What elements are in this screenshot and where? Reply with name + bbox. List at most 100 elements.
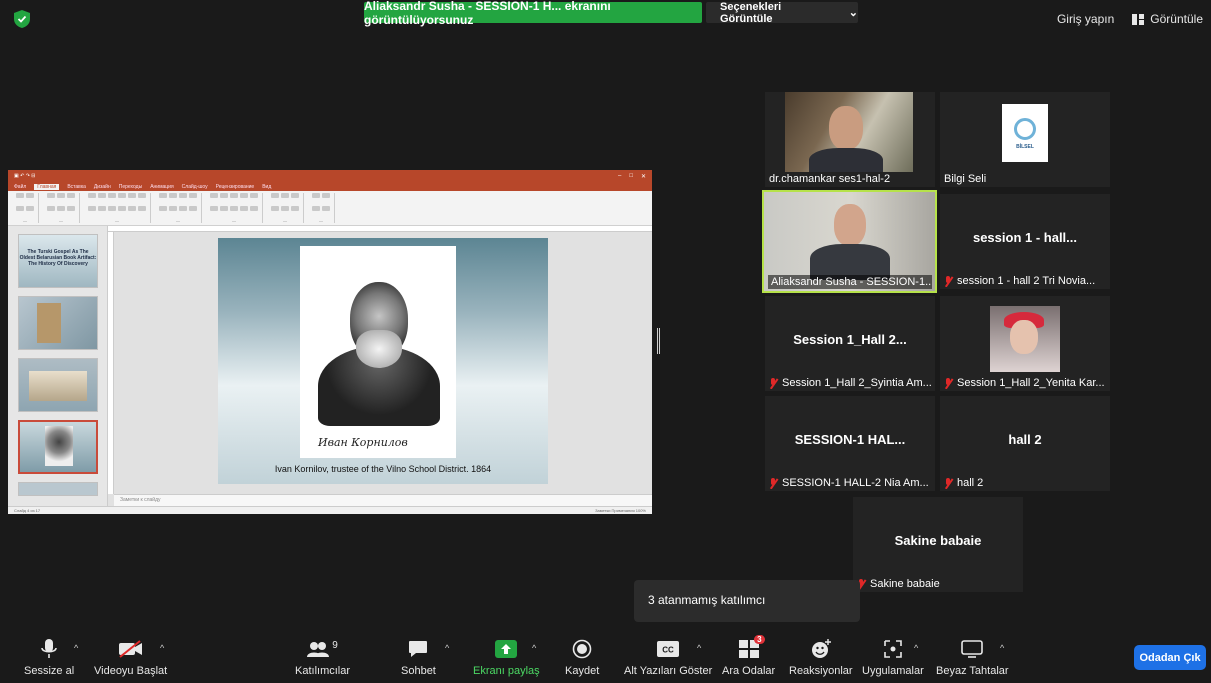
participant-tile[interactable]: Session 1_Hall 2... Session 1_Hall 2_Syi… xyxy=(765,296,935,391)
slide-thumbnail[interactable]: 2 xyxy=(18,296,98,350)
participant-title: Session 1_Hall 2... xyxy=(793,332,907,347)
breakout-label: Ara Odalar xyxy=(722,665,776,677)
ppt-window-controls: – □ ✕ xyxy=(618,172,646,180)
share-options-caret-icon[interactable]: ^ xyxy=(532,643,536,653)
breakout-rooms-button[interactable]: 3 Ara Odalar xyxy=(722,635,776,677)
current-slide[interactable]: Иван Корнилов Ivan Kornilov, trustee of … xyxy=(218,238,548,484)
view-button-label: Görüntüle xyxy=(1150,12,1203,26)
start-video-label: Videoyu Başlat xyxy=(94,665,168,677)
apps-label: Uygulamalar xyxy=(862,665,924,677)
start-video-button[interactable]: Videoyu Başlat xyxy=(94,637,167,677)
slide-thumbnail[interactable]: 5 xyxy=(18,482,98,496)
share-screen-button[interactable]: Ekranı paylaş xyxy=(473,637,540,677)
participant-name: dr.chamankar ses1-hal-2 xyxy=(769,173,891,185)
ppt-menu-tabs: Файл Главная Вставка Дизайн Переходы Анимация… xyxy=(8,182,652,191)
participant-tile[interactable]: BİLSEL Bilgi Seli xyxy=(940,92,1110,187)
mute-options-caret-icon[interactable]: ^ xyxy=(74,643,78,653)
view-options-label: Seçenekleri Görüntüle xyxy=(720,0,782,25)
logo-text: BİLSEL xyxy=(1016,144,1034,150)
whiteboards-button[interactable]: Beyaz Tahtalar xyxy=(936,637,1009,677)
portrait-image: Иван Корнилов xyxy=(300,246,456,458)
participant-name: Session 1_Hall 2_Syintia Am... xyxy=(769,377,932,389)
record-label: Kaydet xyxy=(565,665,600,677)
participants-icon xyxy=(307,642,330,657)
vertical-ruler xyxy=(108,232,114,494)
screen-share-banner: Aliaksandr Susha - SESSION-1 H... ekranı… xyxy=(364,0,702,27)
slide-thumbnail[interactable]: 3 xyxy=(18,358,98,412)
slide-notes[interactable]: Заметки к слайду xyxy=(114,494,652,506)
participant-name: hall 2 xyxy=(944,477,983,489)
gallery-view-icon xyxy=(1132,13,1145,25)
leave-room-button[interactable]: Odadan Çık xyxy=(1134,645,1206,670)
top-right-controls: Giriş yapın Görüntüle xyxy=(1057,12,1203,26)
participant-tile[interactable]: hall 2 hall 2 xyxy=(940,396,1110,491)
closed-captions-icon: CC xyxy=(657,641,680,657)
participant-tile[interactable]: dr.chamankar ses1-hal-2 xyxy=(765,92,935,187)
status-slide-count: Слайд 4 из 17 xyxy=(14,508,41,513)
signature-image: Иван Корнилов xyxy=(318,436,408,449)
participant-name: Session 1_Hall 2_Yenita Kar... xyxy=(944,377,1105,389)
view-options-button[interactable]: Seçenekleri Görüntüle ⌄ xyxy=(706,0,858,25)
whiteboard-icon xyxy=(961,640,984,658)
mic-muted-icon xyxy=(769,377,778,389)
horizontal-ruler xyxy=(108,226,652,232)
participant-title: Sakine babaie xyxy=(894,533,982,548)
participant-tile[interactable]: session 1 - hall... session 1 - hall 2 T… xyxy=(940,194,1110,289)
participant-tile[interactable]: SESSION-1 HAL... SESSION-1 HALL-2 Nia Am… xyxy=(765,396,935,491)
participant-name: SESSION-1 HALL-2 Nia Am... xyxy=(769,477,929,489)
split-view-handle[interactable] xyxy=(657,328,660,354)
apps-icon xyxy=(884,640,902,658)
participant-name: Sakine babaie xyxy=(857,578,940,590)
slide-caption: Ivan Kornilov, trustee of the Vilno Scho… xyxy=(274,464,492,474)
mic-muted-icon xyxy=(944,477,953,489)
share-banner-text: Aliaksandr Susha - SESSION-1 H... ekranı… xyxy=(364,0,611,27)
sign-in-link[interactable]: Giriş yapın xyxy=(1057,12,1114,26)
security-shield-icon[interactable] xyxy=(14,10,30,28)
captions-options-caret-icon[interactable]: ^ xyxy=(697,643,701,653)
shared-screen[interactable]: ▣ ↶ ↷ ⊟ – □ ✕ Файл Главная Вставка Дизайн Пере… xyxy=(8,170,652,514)
meeting-toolbar: Sessize al ^ Videoyu Başlat ^ 9 Katılımc… xyxy=(0,631,1211,683)
participant-video xyxy=(990,306,1060,372)
active-speaker-tile[interactable]: Aliaksandr Susha - SESSION-1... xyxy=(762,190,937,293)
participant-name: Bilgi Seli xyxy=(944,173,987,185)
unassigned-participants-tooltip: 3 atanmamış katılımcı xyxy=(634,580,860,622)
mic-muted-icon xyxy=(944,377,953,389)
status-zoom: Заметки Примечания 100% xyxy=(595,508,646,513)
video-off-icon xyxy=(118,640,142,658)
chat-button[interactable]: Sohbet xyxy=(401,637,436,677)
whiteboards-label: Beyaz Tahtalar xyxy=(936,665,1009,677)
participants-button[interactable]: 9 Katılımcılar xyxy=(295,637,351,678)
slide-thumbnail[interactable]: 1The Turski Gospel As The Oldest Belarus… xyxy=(18,234,98,288)
reactions-label: Reaksiyonlar xyxy=(789,665,853,677)
thumbnail-title: The Turski Gospel As The Oldest Belarusi… xyxy=(19,249,97,267)
view-button[interactable]: Görüntüle xyxy=(1132,12,1203,26)
chat-label: Sohbet xyxy=(401,665,436,677)
participant-tile[interactable]: Sakine babaie Sakine babaie xyxy=(853,497,1023,592)
participant-video xyxy=(785,92,913,172)
apps-options-caret-icon[interactable]: ^ xyxy=(914,643,918,653)
leave-room-label: Odadan Çık xyxy=(1139,651,1201,664)
chevron-down-icon: ⌄ xyxy=(848,7,858,19)
mute-button[interactable]: Sessize al xyxy=(24,637,74,677)
slide-thumbnail-selected[interactable]: 4 xyxy=(18,420,98,474)
mic-muted-icon xyxy=(769,477,778,489)
reactions-button[interactable]: Reaksiyonlar xyxy=(789,637,853,677)
ppt-quick-access: ▣ ↶ ↷ ⊟ xyxy=(14,173,36,179)
participants-count: 9 xyxy=(332,639,338,651)
participants-label: Katılımcılar xyxy=(295,665,351,677)
chat-icon xyxy=(409,641,428,657)
participant-title: hall 2 xyxy=(1008,432,1042,447)
bilsel-logo: BİLSEL xyxy=(1002,104,1048,162)
participant-name: Aliaksandr Susha - SESSION-1... xyxy=(768,275,932,289)
slide-editor[interactable]: Иван Корнилов Ivan Kornilov, trustee of … xyxy=(108,226,652,514)
record-button[interactable]: Kaydet xyxy=(565,637,599,677)
participant-tile[interactable]: Session 1_Hall 2_Yenita Kar... xyxy=(940,296,1110,391)
slide-thumbnails[interactable]: 1The Turski Gospel As The Oldest Belarus… xyxy=(8,226,108,514)
video-options-caret-icon[interactable]: ^ xyxy=(160,643,164,653)
participant-title: session 1 - hall... xyxy=(972,230,1078,245)
record-icon xyxy=(572,639,592,659)
share-screen-label: Ekranı paylaş xyxy=(473,665,540,677)
breakout-badge: 3 xyxy=(754,635,765,644)
whiteboard-options-caret-icon[interactable]: ^ xyxy=(1000,643,1004,653)
chat-options-caret-icon[interactable]: ^ xyxy=(445,643,449,653)
